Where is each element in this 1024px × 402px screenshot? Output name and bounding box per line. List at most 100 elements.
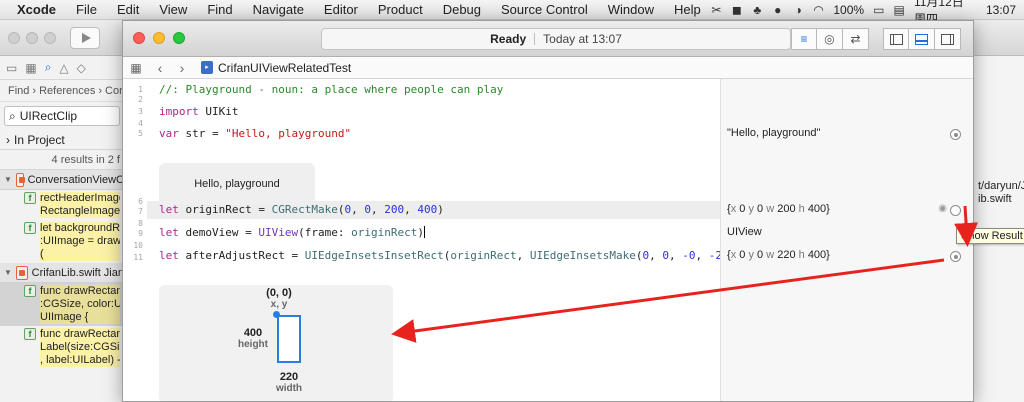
- battery-percent: 100%: [833, 2, 865, 17]
- symbol-icon[interactable]: ▦: [25, 61, 36, 75]
- menu-debug[interactable]: Debug: [433, 2, 491, 17]
- result-demo-view[interactable]: UIView: [727, 226, 762, 238]
- find-result-line[interactable]: f let backgroundR :UIImage = drawI (: [0, 220, 124, 263]
- menu-navigate[interactable]: Navigate: [243, 2, 314, 17]
- quick-look-eye-icon[interactable]: ◉: [938, 203, 947, 214]
- find-result-file[interactable]: ▼ CrifanLib.swift Jian: [0, 263, 124, 283]
- find-result-line[interactable]: f func drawRectan :CGSize, color:UI UIIma…: [0, 283, 124, 326]
- line-number: 11: [133, 253, 143, 262]
- find-navigator-icon[interactable]: ⌕: [45, 60, 52, 75]
- minimize-dot-inactive[interactable]: [26, 31, 38, 44]
- line-number: 10: [133, 241, 143, 250]
- run-button[interactable]: [70, 26, 100, 49]
- breadcrumb-find[interactable]: Find: [8, 85, 29, 97]
- line-number: 6: [138, 197, 143, 206]
- toggle-debug-area-button[interactable]: [909, 28, 935, 50]
- chevron-right-icon: ›: [98, 84, 103, 97]
- zoom-dot-inactive[interactable]: [44, 31, 56, 44]
- find-result-line[interactable]: f rectHeaderImage RectangleImageV: [0, 190, 124, 220]
- code-line[interactable]: import UIKit: [159, 105, 239, 118]
- disclosure-triangle-icon[interactable]: ▼: [4, 268, 12, 277]
- menu-app-name[interactable]: Xcode: [9, 2, 66, 17]
- result-origin-rect[interactable]: {x 0 y 0 w 200 h 400}: [727, 203, 830, 215]
- rings-icon: ◎: [824, 32, 835, 46]
- find-result-line[interactable]: f func drawRectan Label(size:CGSiz , labe…: [0, 326, 124, 369]
- show-result-button-line7[interactable]: [950, 205, 961, 216]
- menu-edit[interactable]: Edit: [107, 2, 149, 17]
- rect-live-view[interactable]: (0, 0) x, y 400 height 220 width: [159, 285, 393, 401]
- line-number: 2: [138, 95, 143, 104]
- find-mode-breadcrumb[interactable]: Find › References › Con: [0, 80, 124, 102]
- line-number: 7: [138, 207, 143, 216]
- standard-editor-button[interactable]: ≡: [791, 28, 817, 50]
- menu-find[interactable]: Find: [197, 2, 242, 17]
- file-name[interactable]: CrifanUIViewRelatedTest: [218, 61, 351, 75]
- navigator-selector-bar: ▭ ▦ ⌕ △ ◇: [0, 56, 124, 80]
- result-str[interactable]: "Hello, playground": [727, 127, 820, 139]
- code-line[interactable]: let afterAdjustRect = UIEdgeInsetsInsetR…: [159, 249, 742, 262]
- rect-width-label: width: [275, 383, 303, 394]
- forward-arrow-icon[interactable]: ›: [171, 60, 193, 76]
- show-result-button-line11[interactable]: [950, 251, 961, 262]
- version-editor-button[interactable]: ⇄: [843, 28, 869, 50]
- lock-icon[interactable]: ●: [772, 4, 783, 16]
- assistant-editor-button[interactable]: ◎: [817, 28, 843, 50]
- find-result-text: func drawRectan :CGSize, color:UI UIImag…: [40, 285, 120, 324]
- result-after-adjust-rect[interactable]: {x 0 y 0 w 220 h 400}: [727, 249, 830, 261]
- line-number: 3: [138, 107, 143, 116]
- zoom-window-button[interactable]: [173, 32, 185, 44]
- swift-file-icon: [15, 265, 28, 280]
- lines-icon: ≡: [800, 32, 808, 46]
- wifi-icon[interactable]: ◠: [813, 4, 824, 16]
- find-scope[interactable]: › In Project: [0, 130, 124, 150]
- flag-icon[interactable]: ▤: [894, 4, 905, 16]
- wechat-icon[interactable]: ◑: [792, 4, 803, 16]
- code-line[interactable]: //: Playground - noun: a place where peo…: [159, 83, 503, 96]
- menu-source-control[interactable]: Source Control: [491, 2, 598, 17]
- battery-icon[interactable]: ▭: [873, 4, 884, 16]
- code-line[interactable]: let demoView = UIView(frame: originRect): [159, 226, 425, 239]
- show-result-button-line5[interactable]: [950, 129, 961, 140]
- camera-icon[interactable]: ◼: [731, 4, 742, 16]
- file-path-text: t/daryun/J ib.swift: [978, 180, 1024, 205]
- minimize-window-button[interactable]: [153, 32, 165, 44]
- close-window-button[interactable]: [133, 32, 145, 44]
- toggle-navigator-button[interactable]: [883, 28, 909, 50]
- code-line[interactable]: var str = "Hello, playground": [159, 127, 351, 140]
- find-search-value[interactable]: UIRectClip: [20, 109, 77, 123]
- evernote-icon[interactable]: ♣: [752, 4, 763, 16]
- find-result-file[interactable]: ▼ ConversationViewC: [0, 170, 124, 190]
- menu-editor[interactable]: Editor: [314, 2, 368, 17]
- line-number: 9: [138, 229, 143, 238]
- back-arrow-icon[interactable]: ‹: [149, 60, 171, 76]
- jump-bar-file[interactable]: ▸ CrifanUIViewRelatedTest: [201, 61, 351, 75]
- window-toolbar: Ready Today at 13:07 ≡ ◎ ⇄: [123, 21, 973, 57]
- menu-file[interactable]: File: [66, 2, 107, 17]
- toggle-utilities-button[interactable]: [935, 28, 961, 50]
- jump-bar: ▦ ‹ › ▸ CrifanUIViewRelatedTest: [123, 57, 973, 79]
- close-dot-inactive[interactable]: [8, 31, 20, 44]
- status-divider: [534, 33, 536, 45]
- test-icon[interactable]: ◇: [77, 61, 86, 75]
- find-result-text: func drawRectan Label(size:CGSiz , label…: [40, 328, 120, 367]
- menu-window[interactable]: Window: [598, 2, 664, 17]
- folder-icon[interactable]: ▭: [6, 61, 17, 75]
- related-items-icon[interactable]: ▦: [123, 61, 149, 75]
- breadcrumb-references[interactable]: References: [39, 85, 95, 97]
- find-search-field[interactable]: ⌕ UIRectClip: [4, 106, 120, 126]
- live-view-text: Hello, playground: [194, 178, 280, 190]
- editor-mode-control: ≡ ◎ ⇄: [791, 28, 869, 50]
- menu-help[interactable]: Help: [664, 2, 711, 17]
- disclosure-triangle-icon[interactable]: ▼: [4, 175, 12, 184]
- menu-view[interactable]: View: [149, 2, 197, 17]
- warning-icon[interactable]: △: [59, 61, 68, 75]
- menu-product[interactable]: Product: [368, 2, 433, 17]
- search-icon: ⌕: [9, 108, 16, 123]
- source-editor[interactable]: 1 2 3 4 5 6 7 8 9 10 11 //: Playground - noun: a p…: [123, 79, 973, 401]
- find-scope-label[interactable]: In Project: [14, 133, 65, 147]
- menubar-clock[interactable]: 13:07: [986, 3, 1016, 17]
- live-view-hello-playground[interactable]: Hello, playground: [159, 163, 315, 205]
- scissors-icon[interactable]: ✂: [711, 4, 722, 16]
- chevron-right-icon: ›: [32, 84, 37, 97]
- function-icon: f: [24, 192, 36, 204]
